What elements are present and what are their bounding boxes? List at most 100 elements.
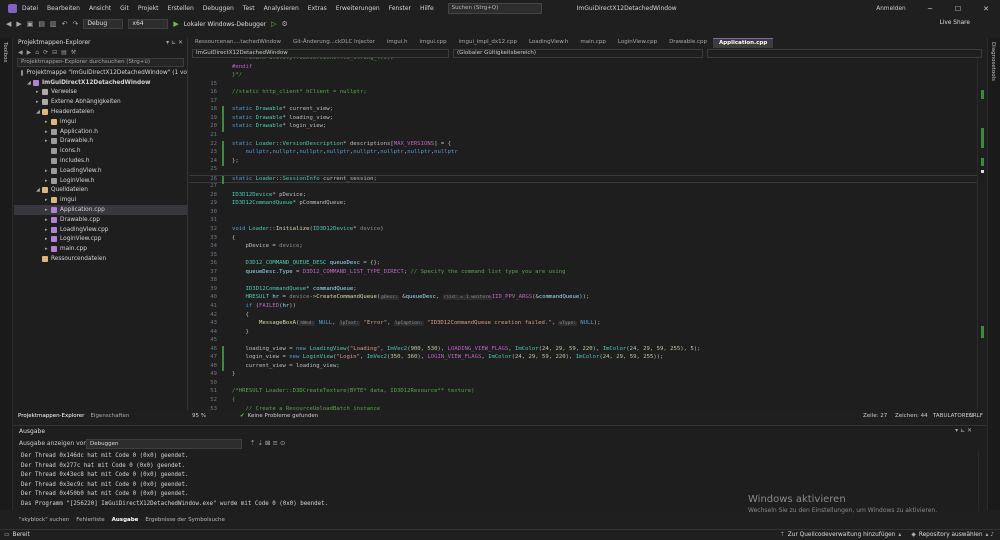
menu-item[interactable]: Datei <box>22 5 38 12</box>
save-icon[interactable]: ▥ <box>50 20 57 28</box>
properties-icon[interactable]: ⚒ <box>71 49 76 56</box>
solution-explorer: Projektmappen-Explorer ▾ ⊾ ✕ ◀ ▶ ⌂ ⟳ ⊟ ▤… <box>14 38 188 410</box>
document-tab[interactable]: imgui.h <box>381 38 414 47</box>
output-scrollbar[interactable] <box>978 451 985 511</box>
add-to-source-control[interactable]: Zur Quellcodeverwaltung hinzufügen <box>788 532 896 538</box>
editor-scrollbar[interactable] <box>977 58 987 410</box>
tree-item[interactable]: ▸ Externe Abhängigkeiten <box>14 97 187 107</box>
tree-item[interactable]: ▸ Verweise <box>14 88 187 98</box>
tab-solution-explorer[interactable]: Projektmappen-Explorer <box>18 413 84 419</box>
document-tab[interactable]: imgui_impl_dx12.cpp <box>453 38 523 47</box>
output-toolbar-icons[interactable]: ⇡ ⇣ ⊠ ≡ ⊙ <box>250 439 286 447</box>
redo-icon[interactable]: ↷ <box>73 20 79 28</box>
menu-item[interactable]: Projekt <box>138 5 159 12</box>
output-panel-controls[interactable]: ▾ ⊾ ✕ <box>955 427 972 434</box>
line-number: 21 <box>210 131 217 138</box>
document-tab[interactable]: Ressourcenan....tachedWindow <box>189 38 287 47</box>
solution-explorer-search-input[interactable]: Projektmappen-Explorer durchsuchen (Strg… <box>17 58 184 67</box>
document-tab[interactable]: main.cpp <box>574 38 612 47</box>
toolbox-tab[interactable]: Toolbox <box>2 42 8 63</box>
tree-item[interactable]: ◢ Headerdateien <box>14 107 187 117</box>
scope-dropdown[interactable]: (Globaler Gültigkeitsbereich) <box>453 48 703 58</box>
back-icon[interactable]: ◀ <box>6 20 11 28</box>
menu-item[interactable]: Git <box>120 5 129 12</box>
panel-pin-icon[interactable]: ▾ ⊾ ✕ <box>166 39 183 46</box>
tree-item[interactable]: Ressourcendateien <box>14 254 187 264</box>
tree-item[interactable]: ▸ main.cpp <box>14 244 187 254</box>
code-line: 44 } <box>189 329 977 338</box>
bottom-tab[interactable]: Ausgabe <box>112 517 139 523</box>
menu-item[interactable]: Hilfe <box>420 5 434 12</box>
tree-item[interactable]: ▸ Application.h <box>14 127 187 137</box>
tree-item[interactable]: ▸ Application.cpp <box>14 205 187 215</box>
document-tab[interactable]: Git-Änderung...ckDLC Injector <box>287 38 381 47</box>
notifications-icon[interactable]: ▴ ♪ <box>986 532 994 538</box>
tree-item[interactable]: includes.h <box>14 156 187 166</box>
run-without-debug-icon[interactable]: ▷ <box>271 20 276 28</box>
bottom-tab[interactable]: "skyblock" suchen <box>19 517 69 523</box>
tree-item[interactable]: ▸ LoadingView.cpp <box>14 225 187 235</box>
indent-mode[interactable]: TABULATOREN <box>933 413 973 419</box>
project-dropdown[interactable]: ImGuiDirectX12DetachedWindow <box>192 48 449 58</box>
menu-item[interactable]: Extras <box>308 5 327 12</box>
collapse-all-icon[interactable]: ⊟ <box>52 49 57 56</box>
output-source-dropdown[interactable]: Debuggen <box>86 439 242 449</box>
bottom-tab[interactable]: Ergebnisse der Symbolsuche <box>145 517 225 523</box>
undo-icon[interactable]: ↶ <box>62 20 68 28</box>
forward-icon[interactable]: ▶ <box>16 20 21 28</box>
live-share-button[interactable]: Live Share <box>940 20 970 26</box>
change-marker <box>222 149 224 158</box>
new-file-icon[interactable]: ▣ <box>27 20 34 28</box>
line-ending[interactable]: CRLF <box>969 413 987 419</box>
menu-item[interactable]: Test <box>243 5 255 12</box>
tree-item[interactable]: ▸ LoginView.cpp <box>14 235 187 245</box>
maximize-icon[interactable]: ☐ <box>944 5 972 13</box>
platform-dropdown[interactable]: x64 <box>128 19 169 29</box>
tree-item[interactable]: ▸ Drawable.cpp <box>14 215 187 225</box>
document-tab[interactable]: Drawable.cpp <box>663 38 713 47</box>
document-tab[interactable]: LoginView.cpp <box>612 38 663 47</box>
code-editor[interactable]: return utility::conversions::to_string_t… <box>189 58 977 410</box>
run-button[interactable]: Lokaler Windows-Debugger <box>184 21 266 28</box>
document-tab[interactable]: imgui.cpp <box>413 38 452 47</box>
tree-item[interactable]: ▸ LoadingView.h <box>14 166 187 176</box>
menu-item[interactable]: Analysieren <box>264 5 299 12</box>
search-box[interactable]: Suchen (Strg+Q) <box>447 3 542 14</box>
close-icon[interactable]: ✕ <box>972 5 1000 13</box>
menu-item[interactable]: Bearbeiten <box>47 5 80 12</box>
problems-text[interactable]: Keine Probleme gefunden <box>248 413 319 419</box>
menu-item[interactable]: Fenster <box>389 5 411 12</box>
menu-item[interactable]: Ansicht <box>89 5 111 12</box>
tree-item[interactable]: icons.h <box>14 146 187 156</box>
home-icon[interactable]: ⌂ <box>35 49 39 56</box>
signin-link[interactable]: Anmelden <box>866 6 916 12</box>
open-icon[interactable]: ▤ <box>38 20 45 28</box>
back-icon[interactable]: ◀ <box>18 49 23 56</box>
bottom-tab[interactable]: Fehlerliste <box>76 517 104 523</box>
toolbar-tools-icon[interactable]: ⚙ <box>282 20 288 28</box>
menu-item[interactable]: Debuggen <box>203 5 234 12</box>
run-icon[interactable]: ▶ <box>173 20 178 28</box>
member-dropdown[interactable] <box>707 48 982 58</box>
configuration-dropdown[interactable]: Debug <box>83 19 124 29</box>
sync-icon[interactable]: ⟳ <box>43 49 48 56</box>
tree-item[interactable]: ▸ Drawable.h <box>14 137 187 147</box>
forward-icon[interactable]: ▶ <box>27 49 32 56</box>
zoom-level[interactable]: 95 % <box>192 413 210 419</box>
tree-item[interactable]: ▸ imgui <box>14 195 187 205</box>
diagnostics-tab[interactable]: Diagnosetools <box>990 42 996 81</box>
document-tab[interactable]: Application.cpp <box>712 37 774 48</box>
file-icon <box>51 138 57 145</box>
tree-item[interactable]: ◢ ImGuiDirectX12DetachedWindow <box>14 78 187 88</box>
document-tab[interactable]: LoadingView.h <box>523 38 574 47</box>
menu-item[interactable]: Erstellen <box>168 5 194 12</box>
tab-properties[interactable]: Eigenschaften <box>90 413 129 419</box>
show-all-files-icon[interactable]: ▤ <box>61 49 67 56</box>
menu-item[interactable]: Erweiterungen <box>336 5 380 12</box>
tree-item[interactable]: ◢ Quelldateien <box>14 186 187 196</box>
tree-item[interactable]: ▸ LoginView.h <box>14 176 187 186</box>
minimize-icon[interactable]: ─ <box>916 5 944 13</box>
tree-item[interactable]: Projektmappe "ImGuiDirectX12DetachedWind… <box>14 68 187 78</box>
tree-item[interactable]: ▸ imgui <box>14 117 187 127</box>
select-repository[interactable]: Repository auswählen <box>919 532 983 538</box>
